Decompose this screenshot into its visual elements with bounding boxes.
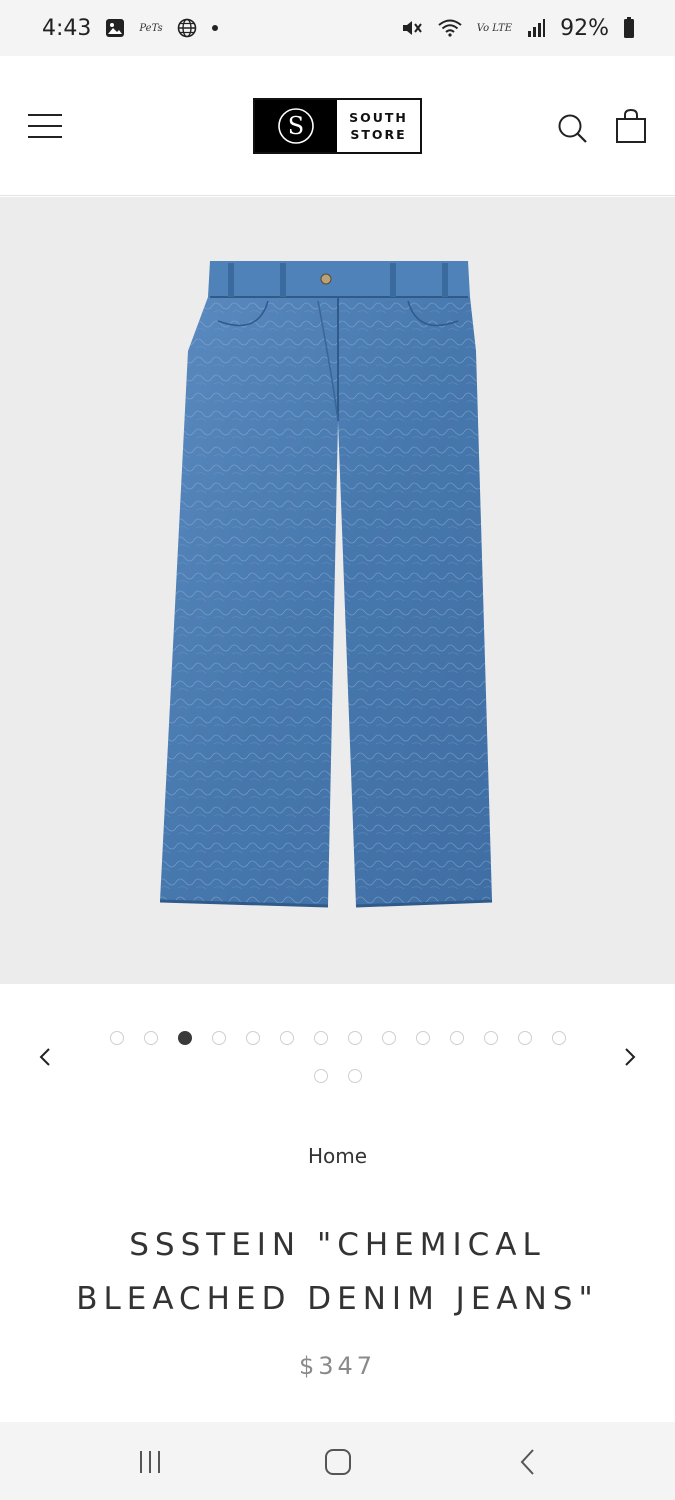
logo-line-2: STORE: [350, 127, 407, 142]
carousel-dot[interactable]: [313, 1069, 328, 1083]
carousel-dot[interactable]: [449, 1031, 464, 1045]
back-icon[interactable]: [508, 1444, 548, 1480]
status-left: 4:43 PeTs: [42, 16, 219, 41]
app-notification-icon: PeTs: [139, 22, 163, 34]
carousel-dot[interactable]: [381, 1031, 396, 1045]
menu-icon[interactable]: [28, 112, 64, 140]
carousel-dot[interactable]: [143, 1031, 158, 1045]
status-right: Vo LTE 92%: [401, 16, 635, 41]
carousel-dots-row-1: [0, 1031, 675, 1045]
carousel-dot[interactable]: [245, 1031, 260, 1045]
recents-icon[interactable]: [130, 1444, 170, 1480]
carousel-dot[interactable]: [415, 1031, 430, 1045]
mute-icon: [401, 18, 423, 38]
carousel-dots-row-2: [0, 1069, 675, 1083]
gallery-icon: [105, 18, 125, 38]
carousel-dot[interactable]: [551, 1031, 566, 1045]
chevron-left-icon[interactable]: [30, 1042, 60, 1072]
carousel-dot[interactable]: [109, 1031, 124, 1045]
carousel-nav: [0, 984, 675, 1104]
logo-letter: S: [288, 112, 304, 140]
volte-icon: Vo LTE: [476, 22, 513, 34]
logo-text: SOUTH STORE: [337, 100, 420, 152]
cart-icon[interactable]: [614, 108, 648, 144]
carousel-dot[interactable]: [347, 1069, 362, 1083]
breadcrumb: Home: [0, 1144, 675, 1168]
breadcrumb-home-link[interactable]: Home: [308, 1144, 367, 1168]
carousel-dot-active[interactable]: [177, 1031, 192, 1045]
logo-mark: S: [255, 100, 337, 152]
home-icon[interactable]: [318, 1444, 358, 1480]
carousel-dot[interactable]: [211, 1031, 226, 1045]
logo-line-1: SOUTH: [349, 110, 408, 125]
product-title: SSSTEIN "CHEMICAL BLEACHED DENIM JEANS": [76, 1227, 599, 1317]
signal-icon: [526, 18, 546, 38]
system-nav-bar: [0, 1422, 675, 1500]
store-logo[interactable]: S SOUTH STORE: [253, 98, 422, 154]
carousel-dot[interactable]: [483, 1031, 498, 1045]
globe-icon: [177, 18, 197, 38]
status-time: 4:43: [42, 15, 92, 41]
carousel-dot[interactable]: [347, 1031, 362, 1045]
status-bar: 4:43 PeTs Vo LTE 92%: [0, 0, 675, 56]
battery-percent: 92%: [560, 15, 609, 41]
carousel-dot[interactable]: [517, 1031, 532, 1045]
chevron-right-icon[interactable]: [615, 1042, 645, 1072]
jeans-illustration: [159, 260, 492, 907]
product-image[interactable]: [0, 197, 675, 984]
carousel-dot[interactable]: [313, 1031, 328, 1045]
dot-icon: [211, 24, 219, 32]
wifi-icon: [437, 18, 463, 38]
search-icon[interactable]: [556, 112, 590, 146]
battery-icon: [623, 17, 635, 39]
site-header: S SOUTH STORE: [0, 56, 675, 196]
product-price: $347: [298, 1352, 377, 1380]
carousel-dot[interactable]: [279, 1031, 294, 1045]
